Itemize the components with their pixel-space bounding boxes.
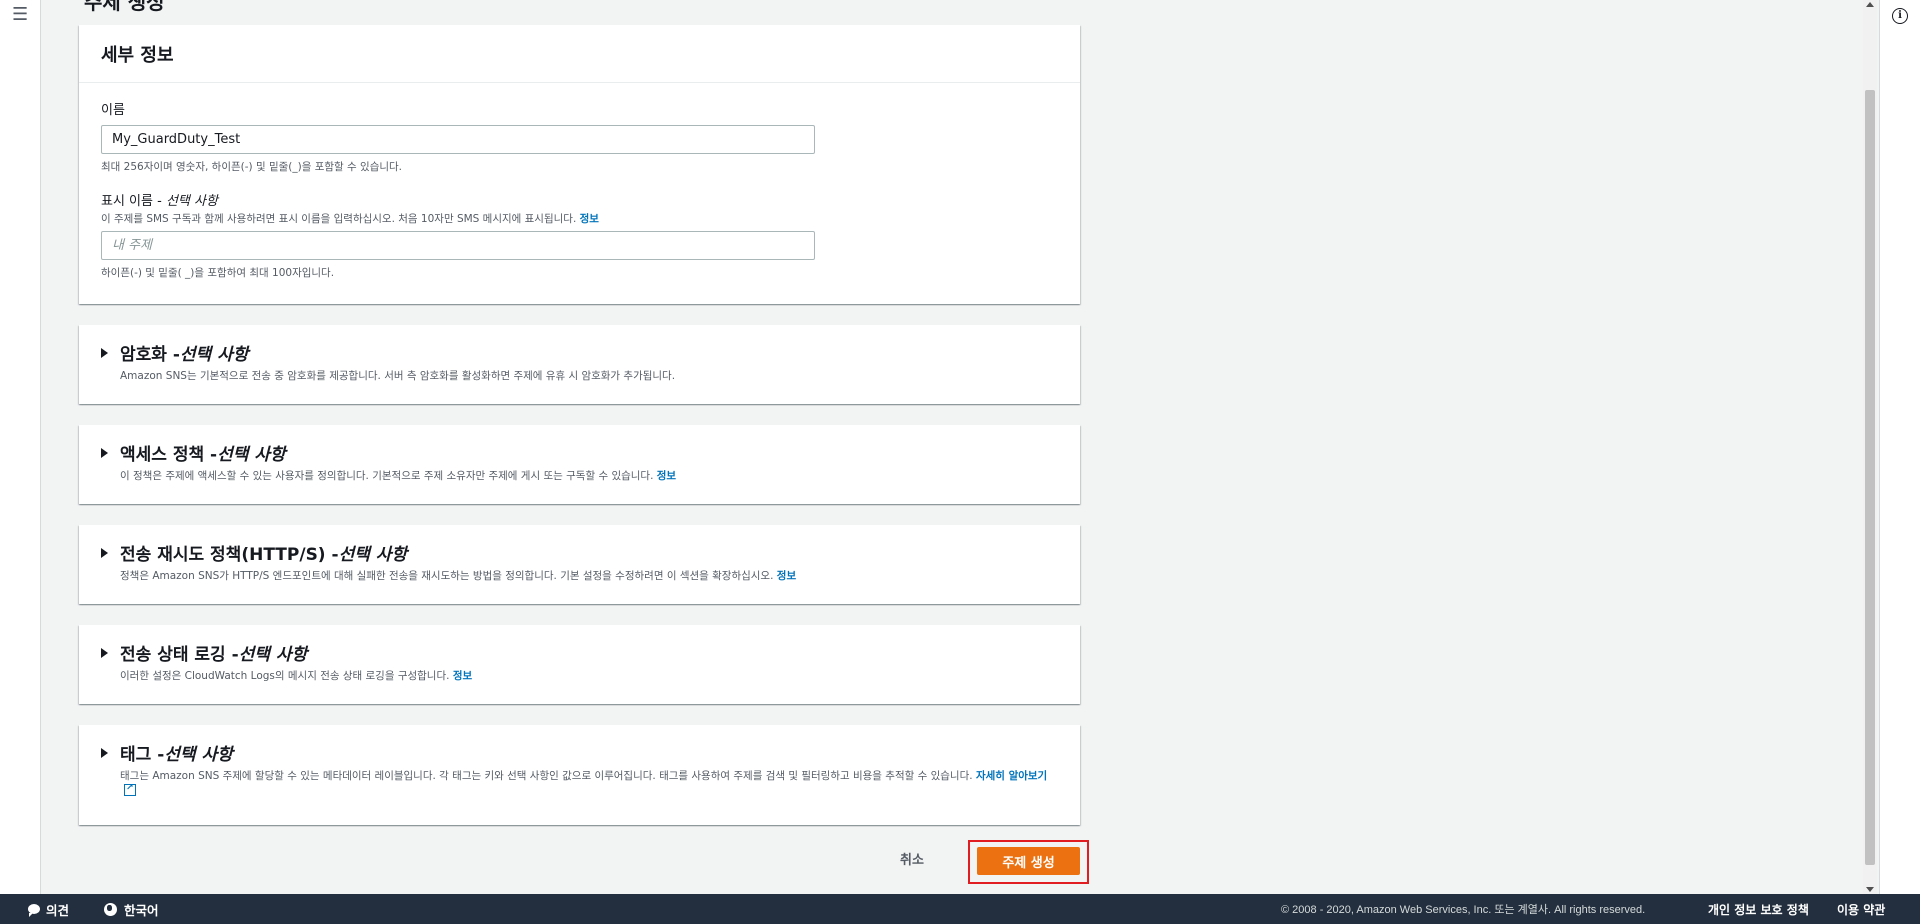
display-name-description: 이 주제를 SMS 구독과 함께 사용하려면 표시 이름을 입력하십시오. 처음… (101, 213, 599, 225)
cancel-button[interactable]: 취소 (900, 849, 924, 868)
right-help-panel: i (1879, 0, 1920, 894)
details-header: 세부 정보 (79, 25, 1080, 83)
display-name-hint: 하이픈(-) 및 밑줄( _)을 포함하여 최대 100자입니다. (101, 267, 335, 279)
scroll-thumb[interactable] (1865, 90, 1875, 865)
name-label: 이름 (101, 103, 125, 118)
info-link[interactable]: 정보 (453, 670, 472, 682)
tags-section: 태그 - 선택 사항 태그는 Amazon SNS 주제에 할당할 수 있는 메… (79, 725, 1080, 825)
encryption-section: 암호화 - 선택 사항 Amazon SNS는 기본적으로 전송 중 암호화를 … (79, 325, 1080, 404)
encryption-toggle[interactable]: 암호화 - 선택 사항 (101, 340, 248, 365)
caret-right-icon (101, 547, 108, 558)
caret-right-icon (101, 647, 108, 658)
page-title: 주제 생성 (84, 0, 165, 14)
privacy-policy-link[interactable]: 개인 정보 보호 정책 (1708, 901, 1809, 918)
caret-right-icon (101, 447, 108, 458)
left-navigation: ☰ (0, 0, 41, 894)
speech-bubble-icon (28, 904, 40, 917)
create-topic-button[interactable]: 주제 생성 (977, 847, 1080, 875)
tags-toggle[interactable]: 태그 - 선택 사항 (101, 740, 233, 765)
globe-icon (104, 902, 117, 916)
footer: 의견 한국어 © 2008 - 2020, Amazon Web Service… (0, 894, 1920, 924)
caret-right-icon (101, 347, 108, 358)
encryption-description: Amazon SNS는 기본적으로 전송 중 암호화를 제공합니다. 서버 측 … (120, 370, 676, 382)
access-policy-toggle[interactable]: 액세스 정책 - 선택 사항 (101, 440, 286, 465)
delivery-logging-toggle[interactable]: 전송 상태 로깅 - 선택 사항 (101, 640, 307, 665)
caret-right-icon (101, 747, 108, 758)
tags-description: 태그는 Amazon SNS 주제에 할당할 수 있는 메타데이터 레이블입니다… (120, 769, 1050, 800)
copyright-text: © 2008 - 2020, Amazon Web Services, Inc.… (1281, 904, 1646, 916)
info-link[interactable]: 정보 (580, 213, 599, 225)
scroll-up-arrow-icon[interactable] (1866, 2, 1874, 7)
details-panel: 세부 정보 이름 최대 256자이며 영숫자, 하이픈(-) 및 밑줄(_)을 … (79, 25, 1080, 304)
delivery-retry-description: 정책은 Amazon SNS가 HTTP/S 엔드포인트에 대해 실패한 전송을… (120, 570, 797, 582)
external-link-icon (124, 781, 136, 796)
language-selector[interactable]: 한국어 (104, 900, 159, 919)
terms-link[interactable]: 이용 약관 (1837, 901, 1885, 918)
name-hint: 최대 256자이며 영숫자, 하이픈(-) 및 밑줄(_)을 포함할 수 있습니… (101, 161, 403, 173)
delivery-logging-section: 전송 상태 로깅 - 선택 사항 이러한 설정은 CloudWatch Logs… (79, 625, 1080, 704)
name-input[interactable] (101, 125, 815, 154)
info-icon[interactable]: i (1892, 8, 1908, 24)
hamburger-menu-icon[interactable]: ☰ (12, 4, 28, 25)
delivery-retry-section: 전송 재시도 정책(HTTP/S) - 선택 사항 정책은 Amazon SNS… (79, 525, 1080, 604)
display-name-label: 표시 이름 - 선택 사항 (101, 194, 218, 209)
display-name-input[interactable] (101, 231, 815, 260)
feedback-button[interactable]: 의견 (28, 900, 69, 919)
access-policy-description: 이 정책은 주제에 액세스할 수 있는 사용자를 정의합니다. 기본적으로 주제… (120, 470, 677, 482)
access-policy-section: 액세스 정책 - 선택 사항 이 정책은 주제에 액세스할 수 있는 사용자를 … (79, 425, 1080, 504)
vertical-scrollbar[interactable] (1863, 0, 1877, 894)
delivery-logging-description: 이러한 설정은 CloudWatch Logs의 메시지 전송 상태 로깅을 구… (120, 670, 473, 682)
scroll-down-arrow-icon[interactable] (1866, 887, 1874, 892)
info-link[interactable]: 정보 (657, 470, 676, 482)
info-link[interactable]: 정보 (777, 570, 796, 582)
delivery-retry-toggle[interactable]: 전송 재시도 정책(HTTP/S) - 선택 사항 (101, 540, 407, 565)
